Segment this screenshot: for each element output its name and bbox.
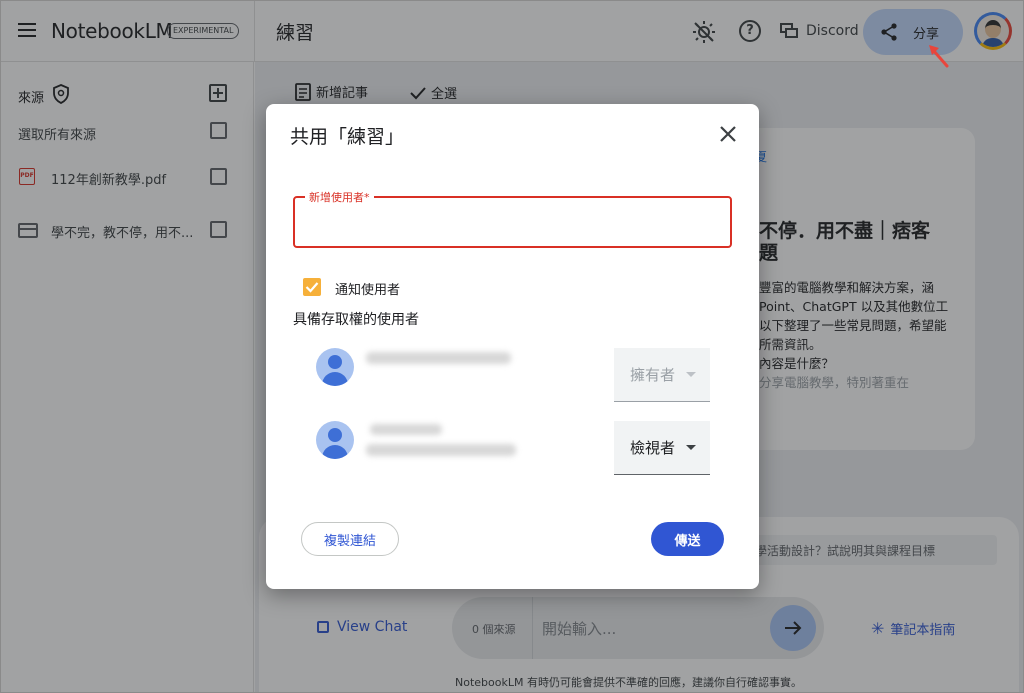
window-frame: [0, 0, 1024, 693]
